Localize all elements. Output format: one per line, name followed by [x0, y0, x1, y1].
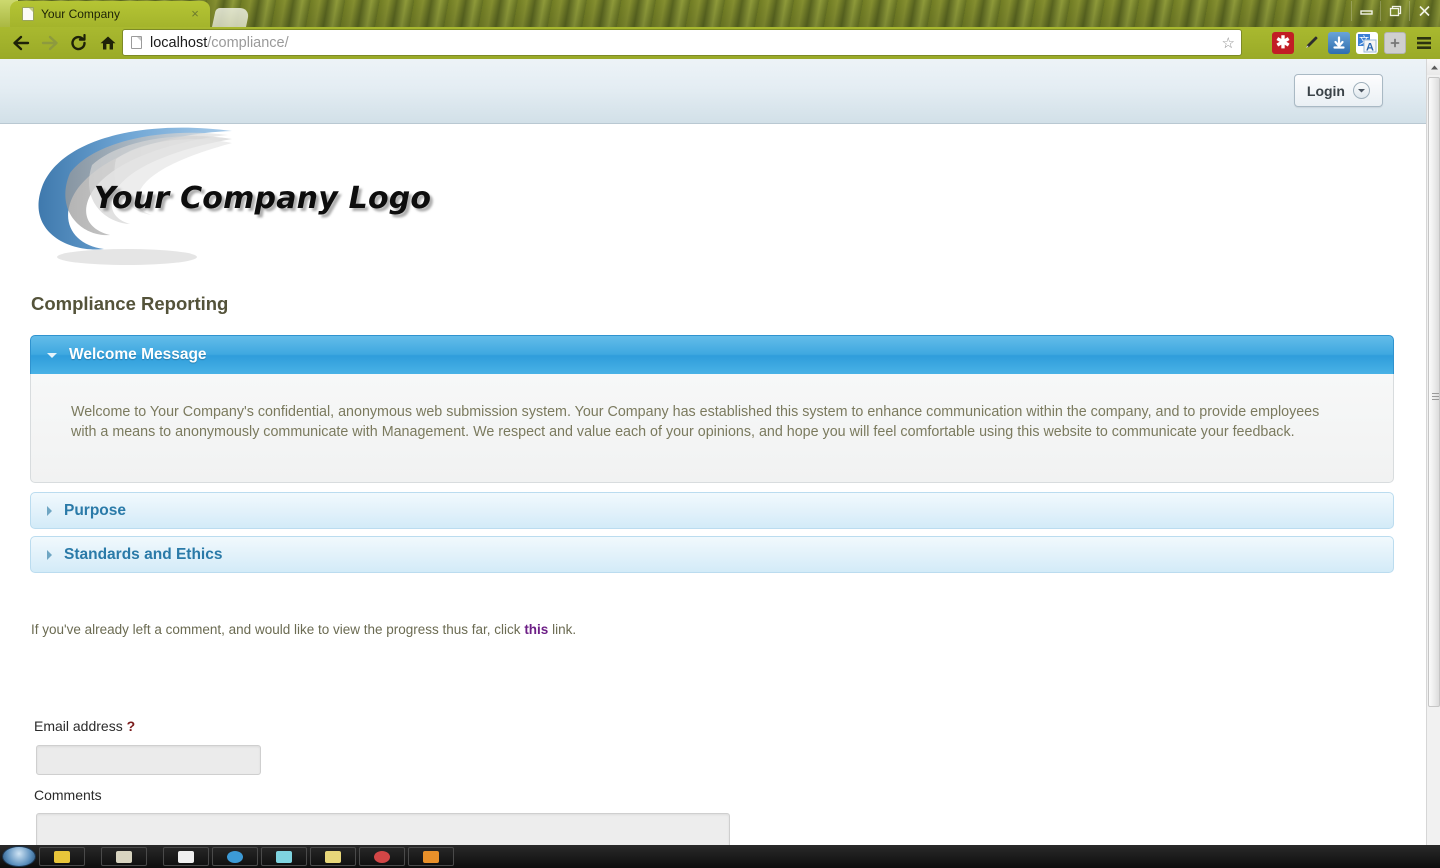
- close-button[interactable]: [1409, 1, 1438, 21]
- new-tab-button[interactable]: [212, 8, 250, 27]
- extension-toolbar: ✱ 文 A: [1272, 29, 1436, 56]
- tab-title: Your Company: [41, 7, 181, 21]
- company-logo-text: Your Company Logo: [94, 181, 431, 216]
- taskbar-item[interactable]: [163, 847, 209, 866]
- tab-favicon-icon: [22, 7, 34, 21]
- os-taskbar: [0, 845, 1440, 868]
- taskbar-item[interactable]: [408, 847, 454, 866]
- comments-textarea[interactable]: [36, 813, 730, 845]
- accordion-panel-welcome-message: Welcome to Your Company's confidential, …: [30, 374, 1394, 483]
- restore-button[interactable]: [1380, 1, 1409, 21]
- taskbar-item[interactable]: [39, 847, 85, 866]
- view-progress-note-after: link.: [548, 622, 576, 637]
- email-help-icon[interactable]: ?: [127, 718, 136, 734]
- view-progress-note: If you've already left a comment, and wo…: [31, 622, 576, 637]
- caret-right-icon: [47, 506, 52, 516]
- view-progress-link[interactable]: this: [524, 622, 548, 637]
- tab-close-icon[interactable]: ×: [188, 7, 202, 21]
- taskbar-item-icon: [325, 851, 341, 863]
- start-button[interactable]: [2, 846, 36, 867]
- company-logo: Your Company Logo: [32, 125, 432, 295]
- taskbar-item-icon: [116, 851, 132, 863]
- address-bar-path: /compliance/: [207, 35, 288, 51]
- asterisk-extension-icon[interactable]: ✱: [1272, 32, 1294, 54]
- back-icon[interactable]: [6, 28, 35, 58]
- eyedropper-extension-icon[interactable]: [1300, 32, 1322, 54]
- email-field-label: Email address ?: [34, 718, 135, 734]
- chevron-down-icon[interactable]: [1353, 82, 1370, 99]
- login-button-label: Login: [1307, 83, 1345, 99]
- login-button[interactable]: Login: [1294, 74, 1383, 107]
- scrollbar-up-arrow[interactable]: [1427, 59, 1440, 75]
- accordion-header-standards-and-ethics[interactable]: Standards and Ethics: [30, 536, 1394, 573]
- bookmark-star-icon[interactable]: ☆: [1222, 34, 1235, 52]
- accordion-header-purpose[interactable]: Purpose: [30, 492, 1394, 529]
- taskbar-item[interactable]: [212, 847, 258, 866]
- taskbar-item-icon: [227, 851, 243, 863]
- taskbar-item[interactable]: [101, 847, 147, 866]
- address-bar-url: localhost/compliance/: [150, 35, 289, 51]
- taskbar-item-icon: [276, 851, 292, 863]
- welcome-message-text: Welcome to Your Company's confidential, …: [71, 402, 1345, 442]
- email-input[interactable]: [36, 745, 261, 775]
- view-progress-note-before: If you've already left a comment, and wo…: [31, 622, 524, 637]
- tab-strip: Your Company ×: [0, 0, 1440, 27]
- scrollbar-thumb[interactable]: [1428, 77, 1440, 707]
- taskbar-item-icon: [54, 851, 70, 863]
- svg-text:A: A: [1366, 41, 1374, 53]
- page-title: Compliance Reporting: [31, 293, 228, 315]
- accordion-title: Standards and Ethics: [64, 546, 222, 564]
- minimize-button[interactable]: [1351, 1, 1380, 21]
- page-scrollbar[interactable]: [1426, 59, 1440, 845]
- accordion-title: Welcome Message: [69, 346, 207, 364]
- translate-extension-icon[interactable]: 文 A: [1356, 32, 1378, 54]
- address-bar-host: localhost: [150, 35, 207, 51]
- page-viewport: Login: [0, 59, 1426, 845]
- caret-down-icon: [47, 353, 57, 358]
- browser-window: Your Company ×: [0, 0, 1440, 868]
- forward-icon[interactable]: [35, 28, 64, 58]
- taskbar-item[interactable]: [310, 847, 356, 866]
- accordion: Welcome Message Welcome to Your Company'…: [30, 335, 1394, 580]
- browser-tab[interactable]: Your Company ×: [10, 1, 210, 27]
- taskbar-item-icon: [423, 851, 439, 863]
- home-icon[interactable]: [93, 28, 122, 58]
- email-field-label-text: Email address: [34, 718, 123, 734]
- address-bar[interactable]: localhost/compliance/ ☆: [122, 29, 1242, 56]
- window-controls: [1351, 0, 1438, 22]
- plus-box-extension-icon[interactable]: [1384, 32, 1406, 54]
- accordion-header-welcome-message[interactable]: Welcome Message: [30, 335, 1394, 374]
- taskbar-item-icon: [374, 851, 390, 863]
- comments-field-label: Comments: [34, 787, 102, 803]
- taskbar-item[interactable]: [359, 847, 405, 866]
- caret-right-icon: [47, 550, 52, 560]
- download-extension-icon[interactable]: [1328, 32, 1350, 54]
- chrome-menu-icon[interactable]: [1412, 32, 1436, 54]
- taskbar-item-icon: [178, 851, 194, 863]
- site-header-band: Login: [0, 59, 1426, 124]
- page-info-icon[interactable]: [131, 36, 142, 49]
- taskbar-item[interactable]: [261, 847, 307, 866]
- reload-icon[interactable]: [64, 28, 93, 58]
- scrollbar-grip-icon: [1432, 393, 1439, 400]
- accordion-title: Purpose: [64, 502, 126, 520]
